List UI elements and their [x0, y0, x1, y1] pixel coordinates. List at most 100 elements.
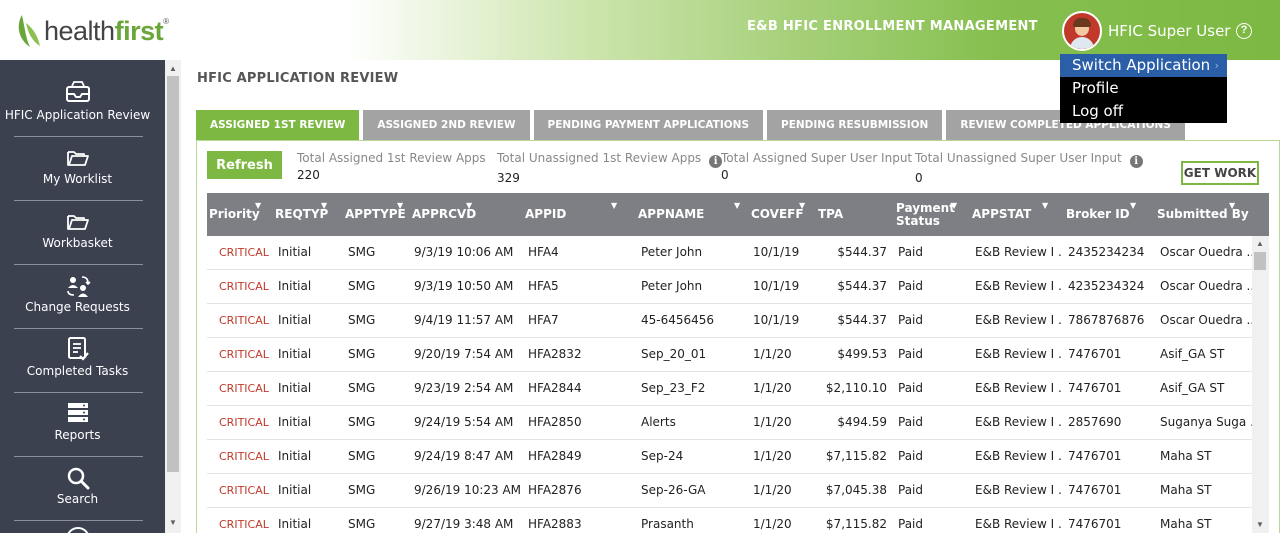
- filter-icon[interactable]: ▼: [397, 199, 403, 212]
- column-header-coveff[interactable]: COVEFF ▼: [751, 193, 805, 236]
- user-dropdown-menu: Switch Application › Profile Log off: [1060, 54, 1227, 123]
- filter-icon[interactable]: ▼: [799, 199, 805, 212]
- help-icon[interactable]: ?: [1236, 23, 1252, 39]
- scroll-down-icon[interactable]: ▼: [1256, 520, 1264, 529]
- tab-pending-resubmission[interactable]: PENDING RESUBMISSION: [767, 110, 943, 140]
- cell-priority: CRITICAL: [219, 416, 269, 429]
- more-icon[interactable]: [66, 527, 90, 533]
- tab-assigned-1st-review[interactable]: ASSIGNED 1ST REVIEW: [196, 110, 360, 140]
- tab-pending-payment-applications[interactable]: PENDING PAYMENT APPLICATIONS: [533, 110, 764, 140]
- table-row[interactable]: CRITICAL Initial SMG 9/20/19 7:54 AM HFA2832…: [207, 338, 1252, 372]
- cell-broker-id: 7476701: [1068, 449, 1122, 463]
- cell-coveff: 1/1/20: [753, 347, 792, 361]
- cell-coveff: 1/1/20: [753, 381, 792, 395]
- filter-icon[interactable]: ▼: [321, 199, 327, 212]
- cell-priority: CRITICAL: [219, 314, 269, 327]
- table-row[interactable]: CRITICAL Initial SMG 9/26/19 10:23 AM HFA287…: [207, 474, 1252, 508]
- cell-payment-status: Paid: [898, 347, 924, 361]
- sidebar-label: HFIC Application Review: [4, 108, 151, 122]
- cell-apptype: SMG: [348, 381, 376, 395]
- avatar: [1062, 11, 1102, 51]
- filter-icon[interactable]: ▼: [734, 199, 740, 212]
- user-name: HFIC Super User: [1108, 22, 1231, 40]
- filter-icon[interactable]: ▼: [611, 199, 617, 212]
- info-icon[interactable]: i: [1129, 155, 1143, 168]
- column-header-payment-status[interactable]: Payment Status ▼: [896, 193, 957, 236]
- filter-icon[interactable]: ▼: [255, 199, 261, 212]
- user-menu-toggle[interactable]: HFIC Super User: [1062, 11, 1230, 51]
- menu-item-switch-application[interactable]: Switch Application ›: [1060, 54, 1227, 77]
- tab-assigned-2nd-review[interactable]: ASSIGNED 2ND REVIEW: [363, 110, 530, 140]
- cell-reqtyp: Initial: [278, 279, 312, 293]
- column-header-apptype[interactable]: APPTYPE ▼: [345, 193, 406, 236]
- table-row[interactable]: CRITICAL Initial SMG 9/3/19 10:06 AM HFA4 Pet…: [207, 236, 1252, 270]
- sidebar-scrollbar[interactable]: ▲ ▼: [165, 60, 181, 533]
- healthfirst-logo[interactable]: healthfirst®: [16, 13, 169, 49]
- table-row[interactable]: CRITICAL Initial SMG 9/23/19 2:54 AM HFA2844…: [207, 372, 1252, 406]
- sidebar-item-search[interactable]: Search: [0, 456, 155, 520]
- cell-apprcvd: 9/24/19 8:47 AM: [414, 449, 514, 463]
- table-row[interactable]: CRITICAL Initial SMG 9/24/19 5:54 AM HFA2850…: [207, 406, 1252, 440]
- column-header-tpa[interactable]: TPA: [818, 193, 843, 236]
- filter-icon[interactable]: ▼: [1130, 199, 1136, 212]
- sidebar-item-my-worklist[interactable]: My Worklist: [0, 136, 155, 200]
- cell-tpa: $544.37: [837, 313, 887, 327]
- cell-coveff: 1/1/20: [753, 449, 792, 463]
- sidebar-label: Search: [56, 492, 99, 506]
- cell-payment-status: Paid: [898, 415, 924, 429]
- filter-icon[interactable]: ▼: [1042, 199, 1048, 212]
- cell-apptype: SMG: [348, 347, 376, 361]
- app-header: healthfirst® E&B HFIC ENROLLMENT MANAGEM…: [0, 0, 1280, 60]
- column-header-appname[interactable]: APPNAME ▼: [638, 193, 740, 236]
- table-row[interactable]: CRITICAL Initial SMG 9/3/19 10:50 AM HFA5 Pet…: [207, 270, 1252, 304]
- cell-appid: HFA2876: [528, 483, 582, 497]
- filter-icon[interactable]: ▼: [466, 199, 472, 212]
- filter-icon[interactable]: ▼: [1229, 199, 1235, 212]
- sidebar-label: Workbasket: [42, 236, 113, 250]
- sidebar-item-workbasket[interactable]: Workbasket: [0, 200, 155, 264]
- cell-reqtyp: Initial: [278, 415, 312, 429]
- cell-appname: 45-6456456: [641, 313, 715, 327]
- cell-apptype: SMG: [348, 415, 376, 429]
- logo-wordmark: healthfirst®: [44, 15, 169, 46]
- cell-appstat: E&B Review I ...: [975, 449, 1063, 463]
- sidebar-item-completed-tasks[interactable]: Completed Tasks: [0, 328, 155, 392]
- refresh-button[interactable]: Refresh: [207, 151, 282, 179]
- cell-reqtyp: Initial: [278, 449, 312, 463]
- cell-apptype: SMG: [348, 313, 376, 327]
- cell-submitted-by: Oscar Ouedra ...: [1160, 279, 1252, 293]
- table-row[interactable]: CRITICAL Initial SMG 9/24/19 8:47 AM HFA2849…: [207, 440, 1252, 474]
- scroll-down-icon[interactable]: ▼: [169, 518, 177, 527]
- cell-appstat: E&B Review I ...: [975, 415, 1063, 429]
- table-row[interactable]: CRITICAL Initial SMG 9/4/19 11:57 AM HFA7 45-…: [207, 304, 1252, 338]
- cell-reqtyp: Initial: [278, 381, 312, 395]
- cell-broker-id: 2435234234: [1068, 245, 1145, 259]
- table-scrollbar[interactable]: ▲ ▼: [1252, 236, 1269, 533]
- scroll-up-icon[interactable]: ▲: [169, 64, 177, 73]
- filter-icon[interactable]: ▼: [951, 199, 957, 212]
- column-header-appid[interactable]: APPID ▼: [525, 193, 617, 236]
- column-header-broker-id[interactable]: Broker ID ▼: [1066, 193, 1136, 236]
- sidebar-item-change-requests[interactable]: Change Requests: [0, 264, 155, 328]
- column-header-appstat[interactable]: APPSTAT ▼: [972, 193, 1048, 236]
- cell-appid: HFA2844: [528, 381, 582, 395]
- scroll-up-icon[interactable]: ▲: [1256, 239, 1264, 248]
- cell-appstat: E&B Review I ...: [975, 381, 1063, 395]
- cell-payment-status: Paid: [898, 449, 924, 463]
- cell-priority: CRITICAL: [219, 450, 269, 463]
- scrollbar-thumb[interactable]: [1254, 252, 1266, 270]
- cell-tpa: $7,045.38: [825, 483, 887, 497]
- sidebar-item-reports[interactable]: Reports: [0, 392, 155, 456]
- column-header-submitted-by[interactable]: Submitted By ▼: [1157, 193, 1249, 236]
- sidebar-item-hfic-application-review[interactable]: HFIC Application Review: [0, 72, 155, 136]
- column-header-apprcvd[interactable]: APPRCVD ▼: [412, 193, 476, 236]
- scrollbar-thumb[interactable]: [167, 76, 179, 472]
- cell-appname: Sep-26-GA: [641, 483, 706, 497]
- menu-item-log-off[interactable]: Log off: [1060, 100, 1227, 123]
- column-header-reqtyp[interactable]: REQTYP ▼: [275, 193, 328, 236]
- get-work-button[interactable]: GET WORK: [1181, 161, 1259, 185]
- column-header-priority[interactable]: Priority ▼: [209, 193, 261, 236]
- cell-broker-id: 2857690: [1068, 415, 1122, 429]
- menu-item-profile[interactable]: Profile: [1060, 77, 1227, 100]
- table-row[interactable]: CRITICAL Initial SMG 9/27/19 3:48 AM HFA2883…: [207, 508, 1252, 533]
